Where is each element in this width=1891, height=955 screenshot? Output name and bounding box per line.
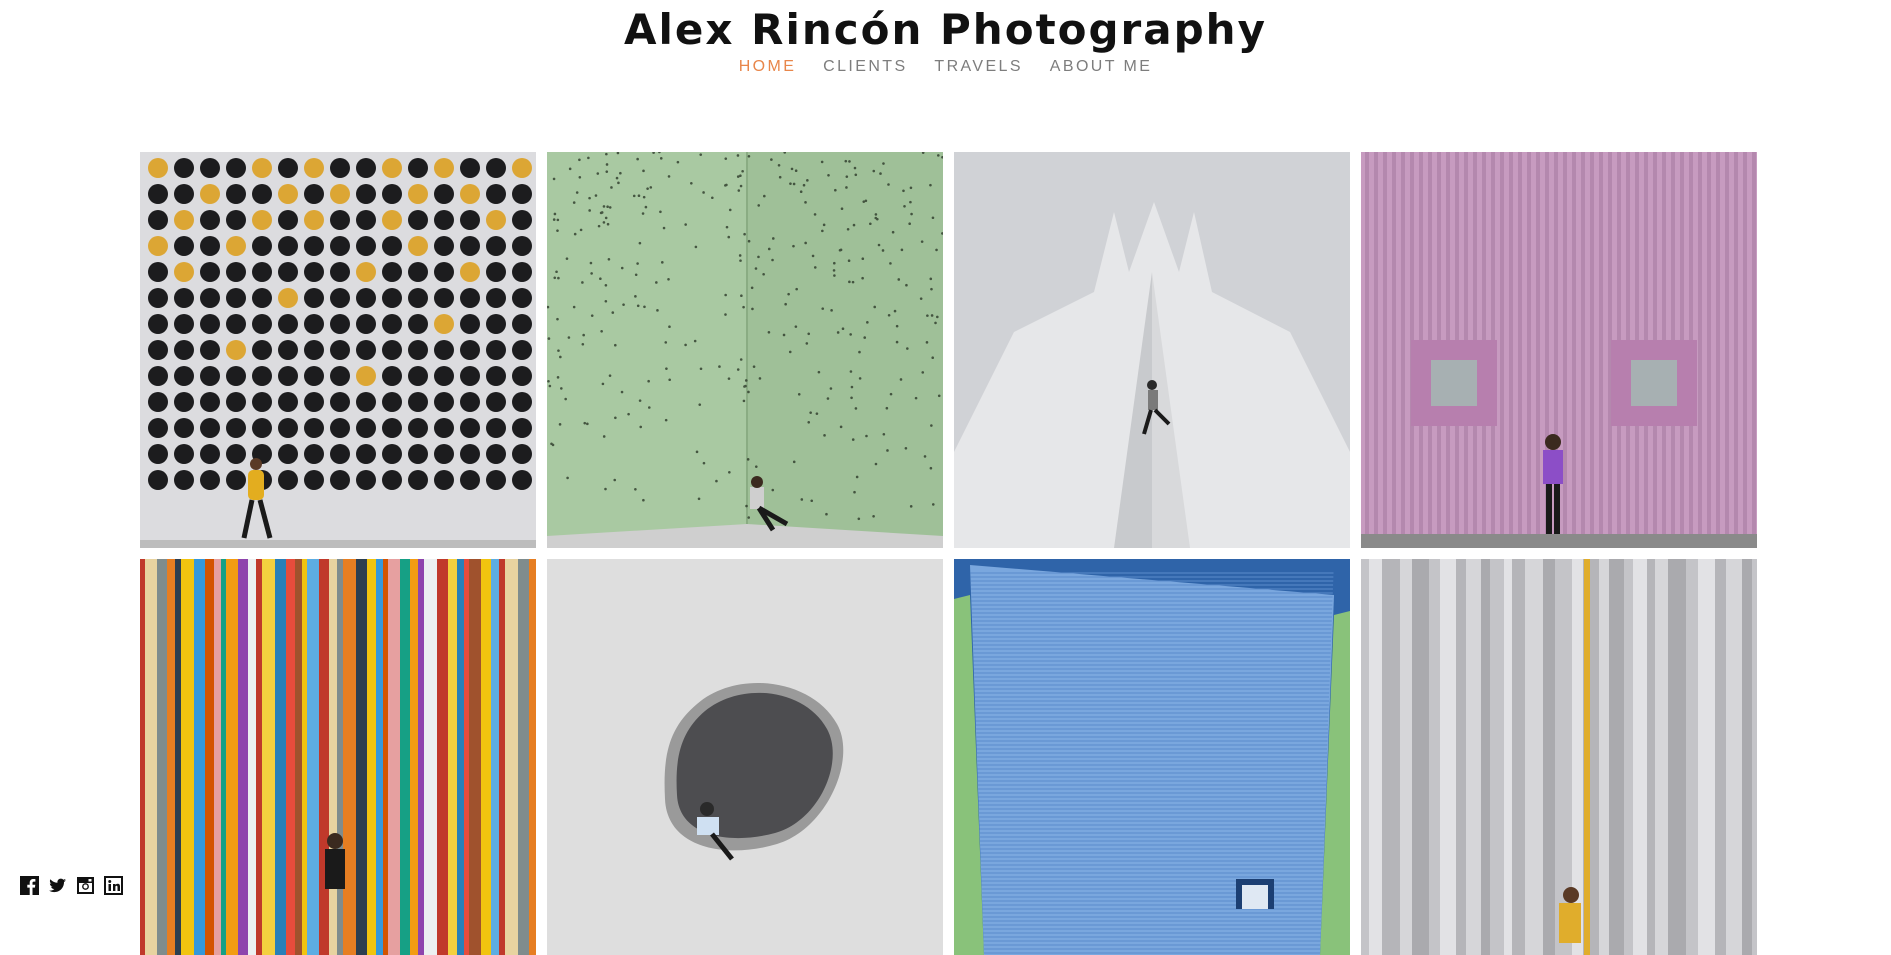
wall-opening-image [547,559,943,955]
photo-blue-wall[interactable] [954,559,1350,955]
photo-green-building[interactable] [547,152,943,548]
nav-travels[interactable]: TRAVELS [934,58,1023,76]
striped-columns-image [140,559,536,955]
photo-spiked-roof[interactable] [954,152,1350,548]
photo-grid [140,152,1758,955]
social-links [20,876,123,895]
photo-dot-wall[interactable] [140,152,536,548]
facebook-icon[interactable] [20,876,39,895]
nav-clients[interactable]: CLIENTS [823,58,907,76]
twitter-icon[interactable] [48,876,67,895]
linkedin-icon[interactable] [104,876,123,895]
pink-facade-image [1361,152,1757,548]
photo-grey-stripes[interactable] [1361,559,1757,955]
dot-wall-image [140,152,536,548]
photo-wall-opening[interactable] [547,559,943,955]
photo-pink-facade[interactable] [1361,152,1757,548]
spiked-roof-image [954,152,1350,548]
photo-striped-columns[interactable] [140,559,536,955]
instagram-icon[interactable] [76,876,95,895]
nav-about-me[interactable]: ABOUT ME [1050,58,1152,76]
site-title[interactable]: Alex Rincón Photography [0,4,1891,56]
blue-wall-image [954,559,1350,955]
green-building-image [547,152,943,548]
grey-stripes-image [1361,559,1757,955]
main-nav: HOME CLIENTS TRAVELS ABOUT ME [0,58,1891,76]
nav-home[interactable]: HOME [739,58,797,76]
